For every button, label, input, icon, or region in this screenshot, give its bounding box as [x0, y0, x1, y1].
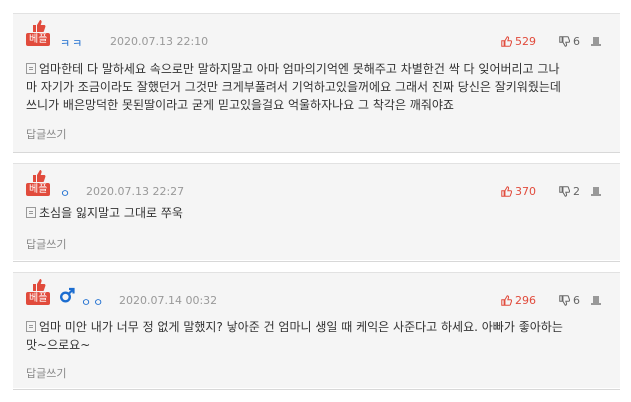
comment-header: 베플 ㅇㅇ 2020.07.14 00:32 296 6: [26, 277, 616, 313]
document-icon: [26, 321, 36, 332]
comment-text-line: 마 자기가 조금이라도 잘했던거 그것만 크게부풀려서 기억하고있을꺼에요 그래…: [26, 80, 561, 94]
document-icon: [26, 207, 36, 218]
dislike-icon: [559, 295, 571, 306]
dislike-icon: [559, 36, 571, 47]
like-icon: [501, 36, 513, 47]
dislike-button[interactable]: 2: [559, 185, 580, 198]
reply-button[interactable]: 답글쓰기: [26, 365, 66, 381]
like-button[interactable]: 370: [501, 185, 536, 198]
like-button[interactable]: 296: [501, 294, 536, 307]
dislike-button[interactable]: 6: [559, 35, 580, 48]
reply-button[interactable]: 답글쓰기: [26, 236, 66, 252]
divider: [13, 152, 620, 153]
document-icon: [26, 63, 36, 74]
divider: [13, 261, 620, 262]
report-button[interactable]: [591, 185, 604, 198]
report-button[interactable]: [591, 294, 604, 307]
dislike-icon: [559, 186, 571, 197]
comment-header: 베플 ㅇ 2020.07.13 22:27 370 2: [26, 168, 616, 204]
comment-text-line: 맛~으로요~: [26, 338, 91, 352]
dislike-count: 6: [573, 35, 580, 48]
comment-body: 엄마 미안 내가 너무 정 없게 말했지? 낳아준 건 엄마니 생일 때 케익은…: [26, 318, 606, 354]
best-badge: 베플: [26, 183, 51, 196]
comment-text-line: 엄마 미안 내가 너무 정 없게 말했지? 낳아준 건 엄마니 생일 때 케익은…: [39, 320, 563, 334]
nickname-link[interactable]: ㅇ: [60, 185, 72, 201]
comment-body: 초심을 잃지말고 그대로 쭈욱: [26, 204, 606, 222]
best-badge: 베플: [26, 292, 51, 305]
thumb-up-icon: [33, 279, 46, 291]
nickname-link[interactable]: ㅋㅋ: [60, 35, 84, 51]
comment-text-line: 엄마한테 다 말하세요 속으로만 말하지말고 아마 엄마의기억엔 못해주고 차별…: [39, 62, 560, 76]
report-icon: [591, 37, 601, 46]
reply-button[interactable]: 답글쓰기: [26, 126, 66, 142]
comment-item: 베플 ㅇㅇ 2020.07.14 00:32 296 6 엄마 미안 내가 너무…: [13, 272, 620, 388]
like-count: 370: [515, 185, 536, 198]
comment-text-line: 쓰니가 배은망덕한 못된딸이라고 굳게 믿고있을걸요 억울하자나요 그 착각은 …: [26, 98, 454, 112]
report-icon: [591, 187, 601, 196]
comment-date: 2020.07.13 22:27: [86, 185, 185, 198]
dislike-count: 6: [573, 294, 580, 307]
like-icon: [501, 295, 513, 306]
comment-date: 2020.07.14 00:32: [119, 294, 218, 307]
comment-date: 2020.07.13 22:10: [110, 35, 209, 48]
dislike-count: 2: [573, 185, 580, 198]
thumb-up-icon: [33, 170, 46, 182]
comment-header: 베플 ㅋㅋ 2020.07.13 22:10 529 6: [26, 18, 616, 54]
report-icon: [591, 296, 601, 305]
dislike-button[interactable]: 6: [559, 294, 580, 307]
like-icon: [501, 186, 513, 197]
comment-item: 베플 ㅇ 2020.07.13 22:27 370 2 초심을 잃지말고 그대로…: [13, 163, 620, 260]
like-count: 296: [515, 294, 536, 307]
nickname-link[interactable]: ㅇㅇ: [81, 294, 105, 310]
like-count: 529: [515, 35, 536, 48]
comment-body: 엄마한테 다 말하세요 속으로만 말하지말고 아마 엄마의기억엔 못해주고 차별…: [26, 60, 606, 114]
comment-text-line: 초심을 잃지말고 그대로 쭈욱: [39, 206, 183, 220]
male-icon: [59, 287, 75, 303]
thumb-up-icon: [33, 20, 46, 32]
report-button[interactable]: [591, 35, 604, 48]
best-badge: 베플: [26, 33, 51, 46]
comment-item: 베플 ㅋㅋ 2020.07.13 22:10 529 6 엄마한테 다 말하세요…: [13, 13, 620, 152]
like-button[interactable]: 529: [501, 35, 536, 48]
divider: [13, 389, 620, 390]
